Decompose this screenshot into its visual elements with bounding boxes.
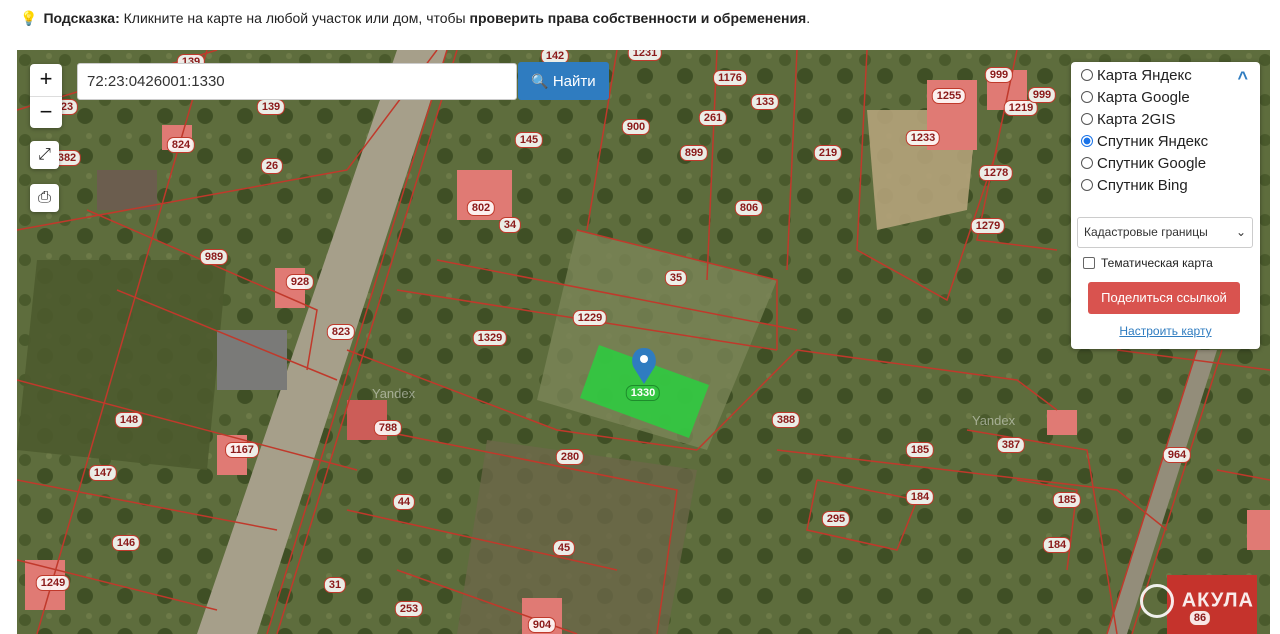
radio-icon[interactable] [1081,179,1093,191]
plot-label[interactable]: 900 [621,119,651,135]
shark-logo-icon [1139,584,1174,618]
plot-label[interactable]: 788 [373,420,403,436]
zoom-control: + − [30,64,62,128]
plot-label[interactable]: 1255 [931,88,967,104]
plot-label[interactable]: 989 [199,249,229,265]
hint-end: . [806,10,811,26]
plot-label[interactable]: 1229 [572,310,608,326]
layer-label: Карта 2GIS [1097,111,1176,128]
hint-text: Кликните на карте на любой участок или д… [119,10,470,26]
plot-label[interactable]: 44 [392,494,416,510]
plot-label[interactable]: 1231 [627,50,663,61]
plot-label[interactable]: 999 [984,67,1014,83]
layer-option[interactable]: Спутник Google [1081,153,1206,175]
lightbulb-icon: 💡 [20,10,38,26]
plot-label[interactable]: 899 [679,145,709,161]
hint-label: Подсказка: [43,10,120,26]
layer-label: Спутник Яндекс [1097,133,1209,150]
find-button[interactable]: 🔍 Найти [518,62,609,100]
layer-option[interactable]: Карта Яндекс [1081,65,1192,87]
layer-option[interactable]: Спутник Яндекс [1081,131,1208,153]
plot-label[interactable]: 26 [260,158,284,174]
layer-option[interactable]: Спутник Bing [1081,175,1188,197]
layer-option[interactable]: Карта 2GIS [1081,109,1176,131]
plot-label[interactable]: 823 [326,324,356,340]
plot-label[interactable]: 253 [394,601,424,617]
plot-label[interactable]: 147 [88,465,118,481]
plot-label[interactable]: 185 [905,442,935,458]
chevron-up-icon[interactable]: ^ [1237,68,1248,89]
layer-label: Карта Google [1097,89,1190,106]
radio-icon[interactable] [1081,113,1093,125]
cadastral-search-input[interactable]: 72:23:0426001:1330 [77,63,517,100]
plot-label[interactable]: 1167 [225,442,259,458]
radio-icon[interactable] [1081,91,1093,103]
plot-label[interactable]: 388 [771,412,801,428]
thematic-map-checkbox[interactable]: Тематическая карта [1083,255,1213,271]
chevron-down-icon: ⌄ [1235,225,1246,239]
plot-label[interactable]: 45 [552,540,576,556]
plot-label[interactable]: 964 [1162,447,1192,463]
configure-map-link[interactable]: Настроить карту [1071,324,1260,338]
plot-label[interactable]: 145 [514,132,544,148]
plot-label[interactable]: 184 [1042,537,1072,553]
plot-label[interactable]: 387 [996,437,1026,453]
overlay-select-value: Кадастровые границы [1084,225,1208,239]
selected-plot-label[interactable]: 1330 [625,385,661,401]
yandex-watermark: Yandex [372,386,416,401]
plot-label[interactable]: 1278 [978,165,1014,181]
fullscreen-button[interactable]: ⤢ [30,141,59,169]
plot-label[interactable]: 139 [256,99,286,115]
plot-label[interactable]: 148 [114,412,144,428]
thematic-label: Тематическая карта [1101,256,1213,270]
plot-label[interactable]: 928 [285,274,315,290]
plot-label[interactable]: 133 [750,94,780,110]
plot-label[interactable]: 1249 [35,575,71,591]
share-link-button[interactable]: Поделиться ссылкой [1088,282,1240,314]
plot-label[interactable]: 1329 [472,330,508,346]
plot-label[interactable]: 185 [1052,492,1082,508]
print-button[interactable]: ⎙ [30,184,59,212]
radio-icon[interactable] [1081,69,1093,81]
layer-label: Карта Яндекс [1097,67,1192,84]
yandex-watermark: Yandex [972,413,1016,428]
plot-label[interactable]: 146 [111,535,141,551]
plot-label[interactable]: 999 [1027,87,1057,103]
layer-label: Спутник Bing [1097,177,1188,194]
hint-bar: 💡 Подсказка: Кликните на карте на любой у… [20,8,810,28]
akula-watermark: АКУЛА [1139,584,1254,618]
layer-option[interactable]: Карта Google [1081,87,1190,109]
zoom-in-button[interactable]: + [30,64,62,96]
satellite-map[interactable]: 139 139 142 1231 1176 133 999 1219 999 2… [17,50,1270,634]
hint-bold-text: проверить права собственности и обремене… [469,10,807,26]
printer-icon: ⎙ [38,189,51,206]
zoom-out-button[interactable]: − [30,96,62,128]
plot-label[interactable]: 295 [821,511,851,527]
plot-label[interactable]: 904 [527,617,557,633]
plot-label[interactable]: 806 [734,200,764,216]
plot-label[interactable]: 261 [698,110,728,126]
layers-panel: ^ Карта Яндекс Карта Google Карта 2GIS С… [1071,62,1260,349]
plot-label[interactable]: 1233 [905,130,941,146]
plot-label[interactable]: 1176 [713,70,747,86]
overlay-select[interactable]: Кадастровые границы ⌄ [1077,217,1253,248]
expand-icon: ⤢ [38,146,51,163]
plot-label[interactable]: 35 [664,270,688,286]
checkbox-icon[interactable] [1083,257,1095,269]
watermark-text: АКУЛА [1181,589,1254,612]
plot-label[interactable]: 280 [555,449,585,465]
radio-icon[interactable] [1081,157,1093,169]
plot-label[interactable]: 219 [813,145,843,161]
search-icon: 🔍 [531,73,549,89]
radio-selected-icon[interactable] [1081,135,1093,147]
layer-label: Спутник Google [1097,155,1207,172]
plot-label[interactable]: 31 [323,577,347,593]
plot-label[interactable]: 34 [498,217,522,233]
plot-label[interactable]: 802 [466,200,496,216]
plot-label[interactable]: 1279 [970,218,1006,234]
find-button-label: Найти [552,73,596,90]
plot-label[interactable]: 824 [166,137,196,153]
plot-label[interactable]: 184 [905,489,935,505]
